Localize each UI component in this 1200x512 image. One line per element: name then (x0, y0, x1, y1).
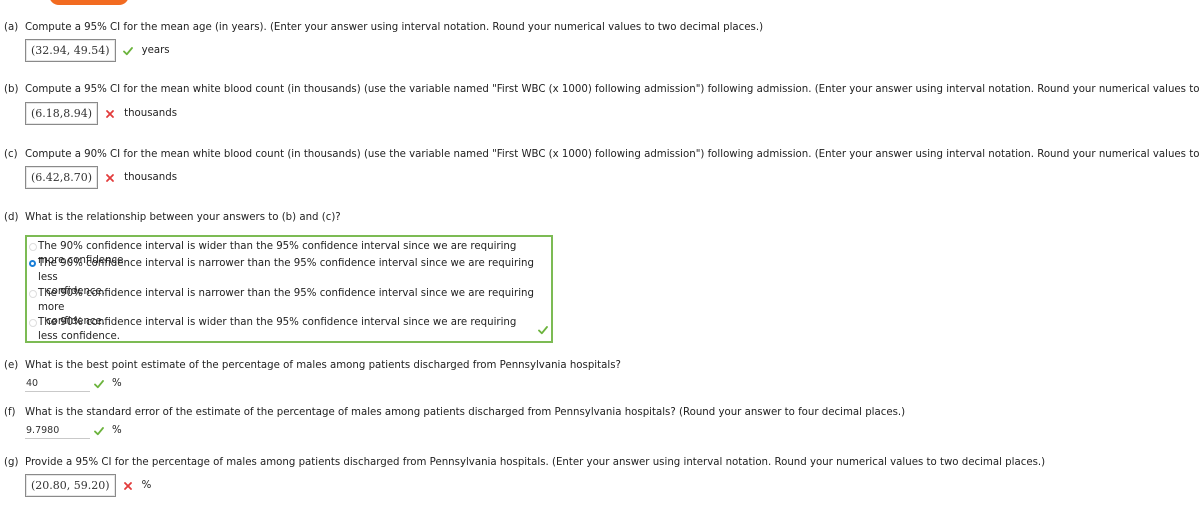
part-g-letter: (g) (4, 457, 19, 468)
radio-button[interactable] (29, 243, 37, 251)
submit-answer-button[interactable] (49, 0, 129, 5)
mc-option-text: The 90% confidence interval is wider tha… (38, 316, 538, 344)
part-b-question: Compute a 95% CI for the mean white bloo… (25, 84, 1200, 95)
mc-option-line1: The 90% confidence interval is wider tha… (38, 317, 517, 342)
mc-option-line1: The 90% confidence interval is narrower … (38, 288, 534, 313)
check-icon (538, 325, 548, 338)
radio-button-selected[interactable] (29, 260, 36, 267)
cross-icon (105, 109, 115, 119)
part-b-unit: thousands (124, 108, 178, 119)
part-g-answer-input[interactable]: (20.80, 59.20) (25, 474, 116, 497)
part-c-answer-row: (6.42,8.70) thousands (25, 166, 177, 189)
part-g-answer-row: (20.80, 59.20) % (25, 474, 151, 497)
part-e-answer-input[interactable] (25, 375, 90, 392)
part-b-answer-input[interactable]: (6.18,8.94) (25, 102, 99, 125)
part-d-letter: (d) (4, 212, 19, 223)
part-a-answer-row: (32.94, 49.54) years (25, 39, 170, 62)
part-d-question: What is the relationship between your an… (25, 212, 341, 223)
part-f-answer-input[interactable] (25, 422, 90, 439)
part-e-question: What is the best point estimate of the p… (25, 360, 621, 371)
part-g-question: Provide a 95% CI for the percentage of m… (25, 457, 1046, 468)
part-f-letter: (f) (4, 407, 16, 418)
part-b-letter: (b) (4, 84, 19, 95)
mc-option-line1: The 90% confidence interval is narrower … (38, 258, 534, 283)
part-a-question: Compute a 95% CI for the mean age (in ye… (25, 22, 764, 33)
check-icon (94, 426, 104, 436)
part-f-question: What is the standard error of the estima… (25, 407, 906, 418)
multiple-choice-group: The 90% confidence interval is wider tha… (25, 235, 553, 343)
part-e-letter: (e) (4, 360, 19, 371)
check-icon (94, 379, 104, 389)
part-c-unit: thousands (124, 172, 178, 183)
part-g-unit: % (141, 480, 152, 491)
part-f-answer-row: % (25, 422, 122, 439)
cross-icon (123, 481, 133, 491)
part-c-letter: (c) (4, 149, 18, 160)
part-a-unit: years (141, 45, 170, 56)
part-a-answer-input[interactable]: (32.94, 49.54) (25, 39, 116, 62)
part-c-answer-input[interactable]: (6.42,8.70) (25, 166, 99, 189)
radio-button[interactable] (29, 290, 37, 298)
check-icon (122, 46, 133, 56)
part-a-letter: (a) (4, 22, 19, 33)
part-e-unit: % (112, 378, 122, 389)
part-e-answer-row: % (25, 375, 122, 392)
cross-icon (105, 173, 115, 183)
part-f-unit: % (112, 425, 122, 436)
radio-button[interactable] (29, 319, 37, 327)
part-b-answer-row: (6.18,8.94) thousands (25, 102, 177, 125)
part-c-question: Compute a 90% CI for the mean white bloo… (25, 149, 1200, 160)
